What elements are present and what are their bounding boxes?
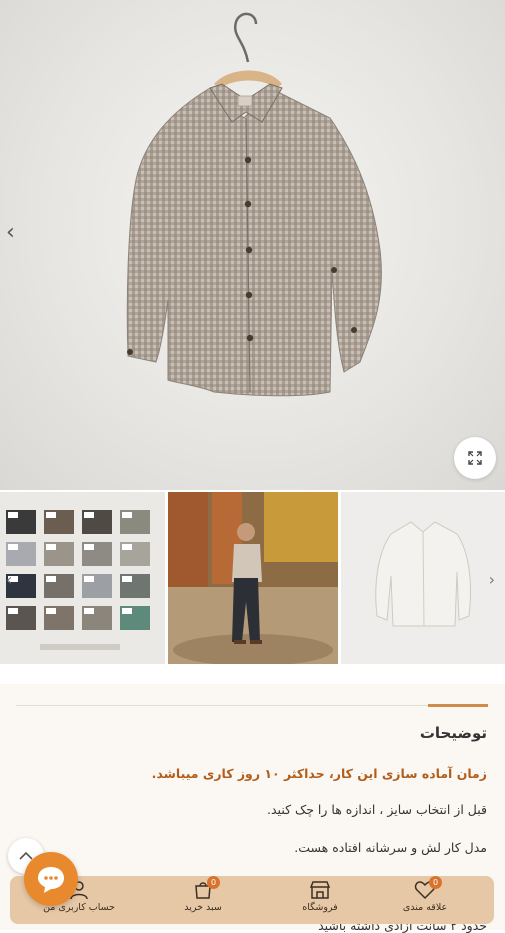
chat-button[interactable] — [24, 852, 78, 906]
thumbnail-fabric-swatches[interactable]: ‹ — [0, 492, 165, 664]
store-icon — [309, 880, 331, 900]
bottom-navigation-bar: 0 علاقه مندی فروشگاه 0 سبد خرید حساب کار… — [10, 876, 494, 924]
white-shirt-image — [341, 492, 505, 664]
swatch-grid-image — [0, 492, 165, 664]
chat-bubble-icon — [38, 867, 64, 893]
nav-label: علاقه مندی — [402, 902, 448, 913]
description-line: قبل از انتخاب سایز ، اندازه ها را چک کنی… — [267, 802, 487, 817]
nav-item-shop[interactable]: فروشگاه — [275, 880, 365, 924]
nav-item-wishlist[interactable]: 0 علاقه مندی — [380, 876, 470, 924]
description-line: مدل کار لش و سرشانه افتاده هست. — [294, 840, 487, 855]
cart-badge: 0 — [207, 876, 220, 889]
heart-icon: 0 — [414, 876, 442, 900]
chevron-right-icon[interactable]: › — [489, 570, 495, 589]
product-main-image[interactable]: ‹ — [0, 0, 505, 490]
shirt-illustration — [126, 12, 382, 397]
description-line: زمان آماده سازی این کار، حداکثر ۱۰ روز ک… — [151, 766, 487, 781]
expand-icon — [468, 451, 482, 465]
zoom-button[interactable] — [454, 437, 496, 479]
description-title: توضیحات — [419, 724, 487, 742]
divider-accent — [428, 704, 488, 707]
thumbnail-strip: ‹ › — [0, 492, 505, 664]
chevron-left-icon[interactable]: ‹ — [6, 222, 22, 244]
nav-item-cart[interactable]: 0 سبد خرید — [158, 876, 248, 924]
chevron-left-icon[interactable]: ‹ — [6, 570, 12, 589]
thumbnail-white-shirt[interactable]: › — [341, 492, 505, 664]
wishlist-badge: 0 — [429, 876, 442, 889]
thumbnail-model-photo[interactable] — [168, 492, 338, 664]
nav-label: فروشگاه — [302, 902, 338, 913]
nav-label: سبد خرید — [184, 902, 222, 913]
cart-icon: 0 — [192, 876, 220, 900]
model-photo-image — [168, 492, 338, 664]
divider — [16, 705, 488, 706]
